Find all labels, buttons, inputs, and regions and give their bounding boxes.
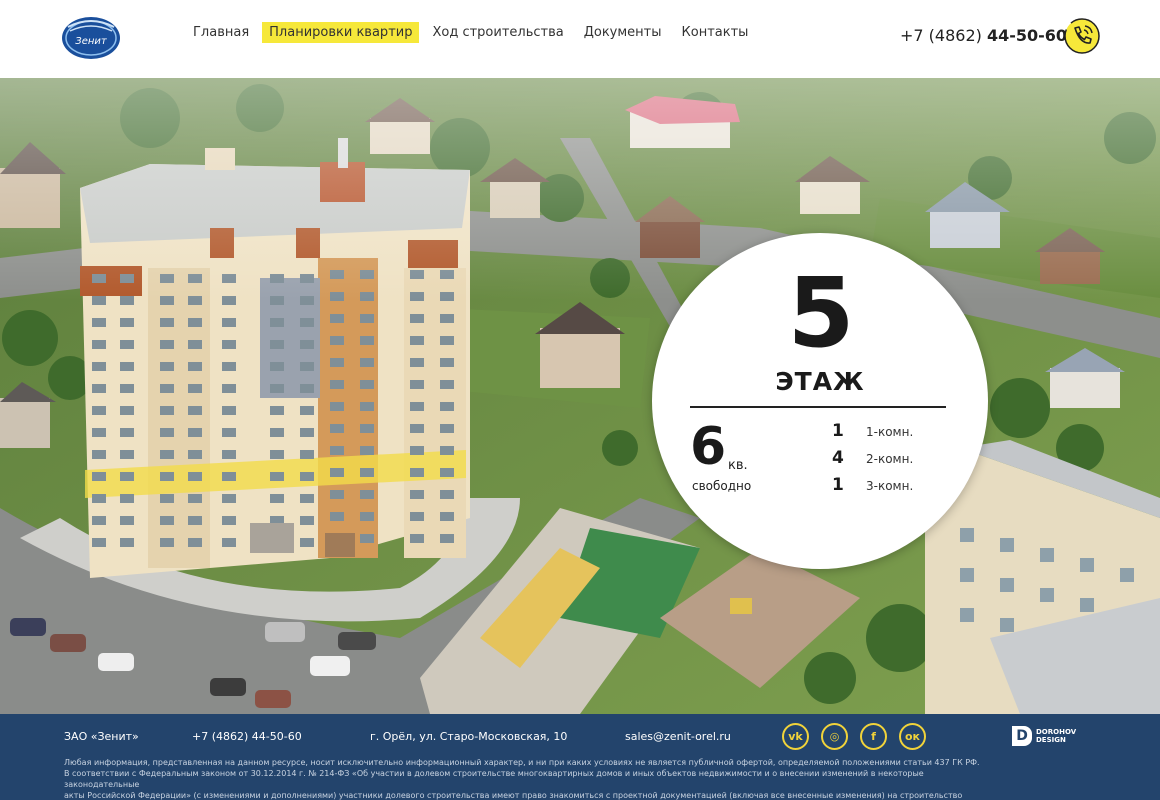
floor-divider [690, 406, 946, 408]
room-breakdown: 1 1-комн. 4 2-комн. 1 3-комн. [832, 421, 913, 502]
site-footer: ЗАО «Зенит» +7 (4862) 44-50-60 г. Орёл, … [0, 714, 1160, 800]
room-count: 4 [832, 448, 844, 468]
legal-line-2: В соответствии с Федеральным законом от … [64, 769, 924, 789]
room-row-1[interactable]: 1 1-комн. [832, 421, 913, 448]
nav-item-layouts[interactable]: Планировки квартир [262, 22, 420, 43]
phone-number: 44-50-60 [986, 26, 1068, 45]
room-type: 1-комн. [866, 425, 914, 439]
footer-company: ЗАО «Зенит» [64, 730, 139, 743]
room-count: 1 [832, 475, 844, 495]
room-type: 3-комн. [866, 479, 914, 493]
logo-text: Зенит [75, 36, 108, 47]
dorohov-design-mark: D [1012, 726, 1032, 746]
footer-address: г. Орёл, ул. Старо-Московская, 10 [370, 730, 568, 743]
free-apartments-unit: кв. [728, 458, 748, 473]
odnoklassniki-icon[interactable]: ок [899, 723, 926, 750]
room-row-3[interactable]: 1 3-комн. [832, 475, 913, 502]
phone-call-icon[interactable] [1063, 17, 1101, 55]
nav-item-documents[interactable]: Документы [577, 22, 669, 43]
phone-prefix: +7 (4862) [900, 26, 982, 45]
nav-item-construction[interactable]: Ход строительства [425, 22, 570, 43]
room-type: 2-комн. [866, 452, 914, 466]
hero-aerial-view: 5 ЭТАЖ 6 кв. свободно 1 1-комн. 4 2-комн… [0, 78, 1160, 714]
dorohov-design-logo[interactable]: D DOROHOV DESIGN [1012, 726, 1076, 746]
free-apartments-label: свободно [692, 479, 752, 493]
dorohov-design-text: DOROHOV DESIGN [1036, 728, 1076, 744]
footer-phone[interactable]: +7 (4862) 44-50-60 [192, 730, 302, 743]
floor-number: 5 [787, 257, 855, 369]
zenit-logo[interactable]: Зенит [60, 13, 122, 61]
footer-email[interactable]: sales@zenit-orel.ru [625, 730, 731, 743]
vk-icon[interactable]: vk [782, 723, 809, 750]
legal-line-3: акты Российской Федерации» (с изменениям… [64, 791, 963, 800]
room-row-2[interactable]: 4 2-комн. [832, 448, 913, 475]
facebook-icon[interactable]: f [860, 723, 887, 750]
floor-info-circle: 5 ЭТАЖ 6 кв. свободно 1 1-комн. 4 2-комн… [652, 233, 988, 569]
footer-legal-text: Любая информация, представленная на данн… [64, 757, 994, 800]
free-apartments-count: 6 [690, 417, 727, 477]
legal-line-1: Любая информация, представленная на данн… [64, 758, 980, 767]
room-count: 1 [832, 421, 844, 441]
nav-item-contacts[interactable]: Контакты [675, 22, 756, 43]
dorohov-line1: DOROHOV [1036, 728, 1077, 736]
header-phone[interactable]: +7 (4862) 44-50-60 [900, 26, 1067, 45]
site-header: Зенит Главная Планировки квартир Ход стр… [0, 0, 1160, 78]
main-nav: Главная Планировки квартир Ход строитель… [186, 22, 761, 43]
nav-item-home[interactable]: Главная [186, 22, 256, 43]
dorohov-line2: DESIGN [1036, 736, 1066, 744]
instagram-icon[interactable]: ◎ [821, 723, 848, 750]
floor-label: ЭТАЖ [775, 367, 865, 396]
